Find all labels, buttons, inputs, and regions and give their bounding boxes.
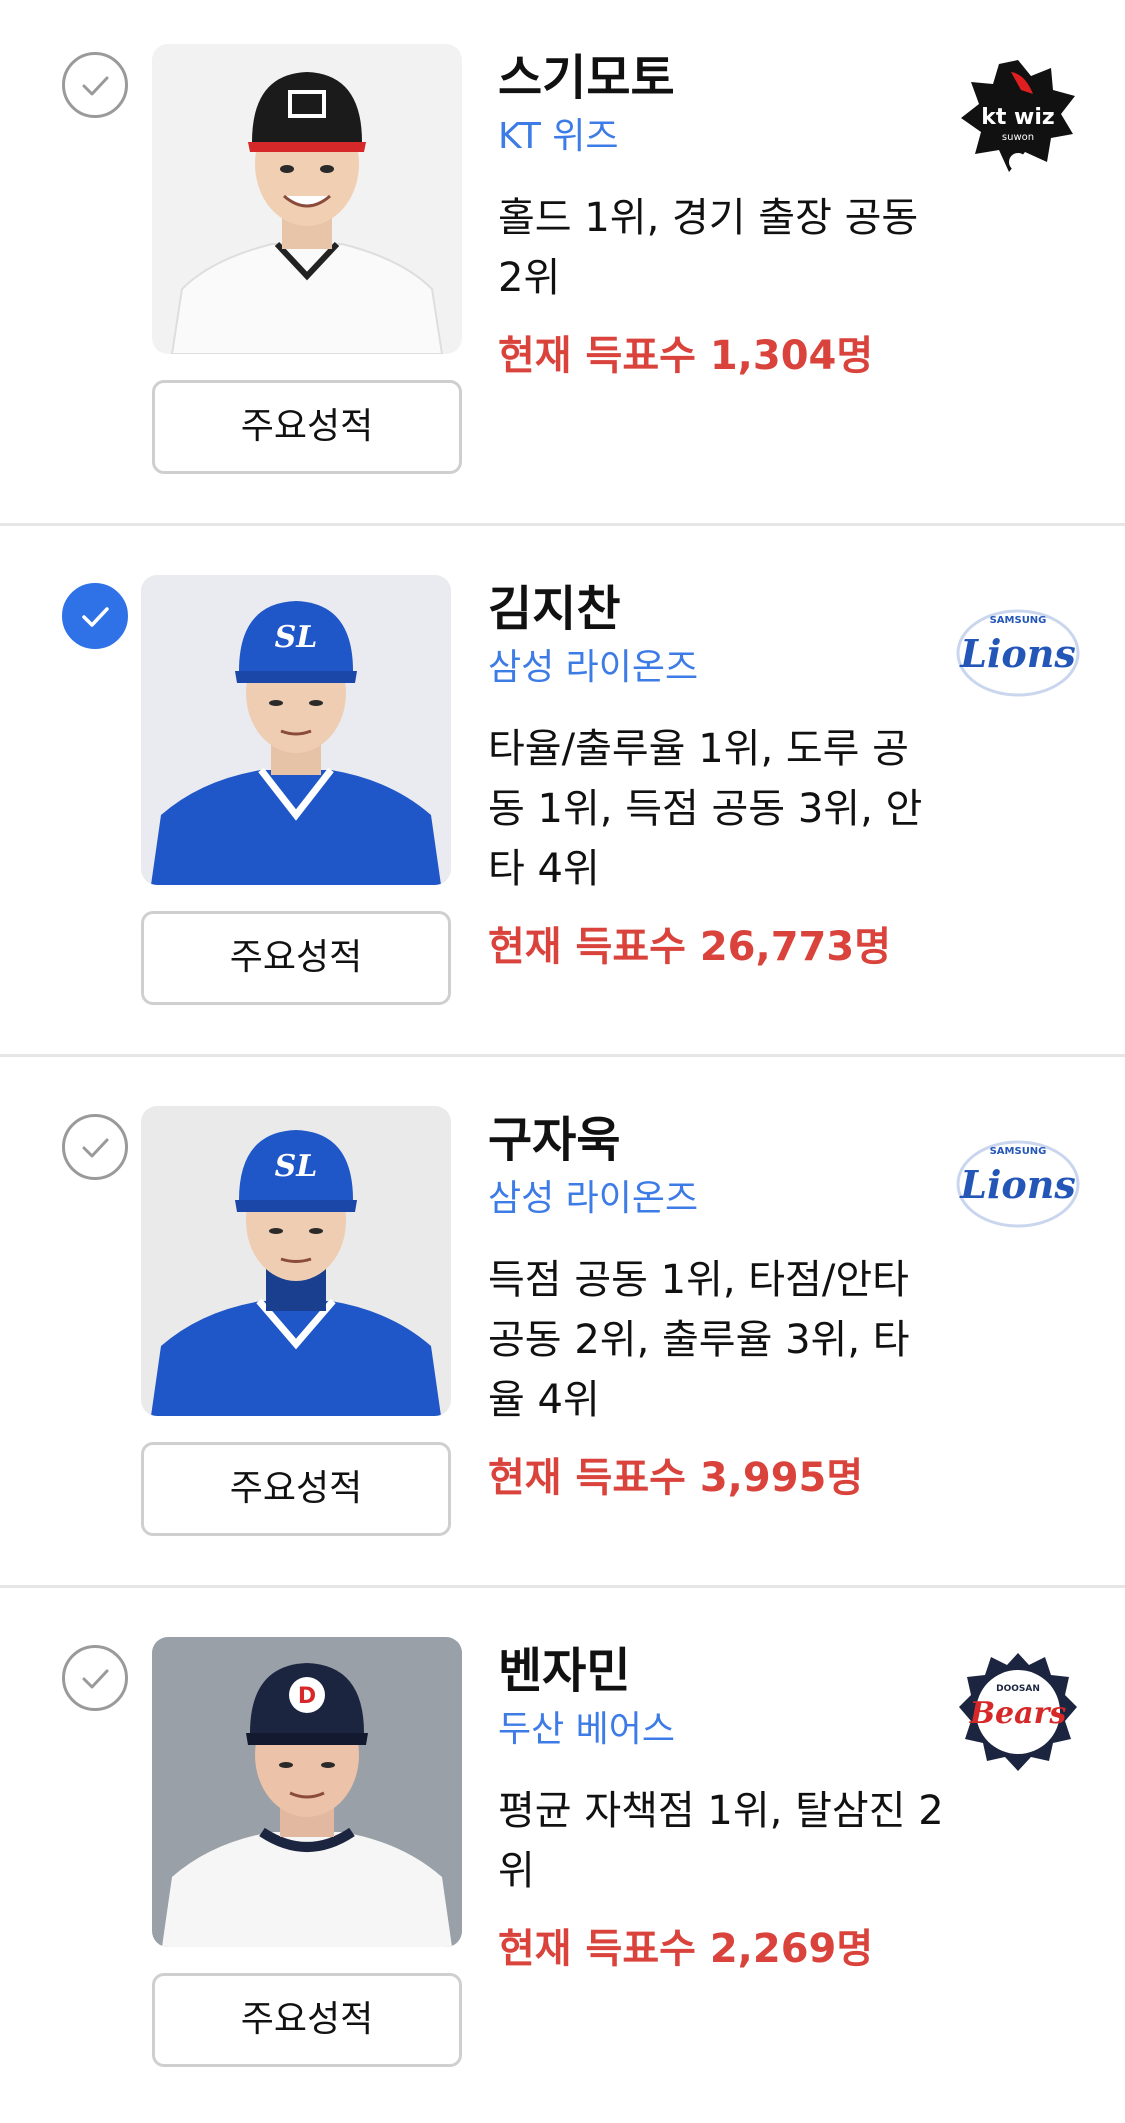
svg-text:DOOSAN: DOOSAN (996, 1684, 1040, 1694)
player-card-benjamin: D 주요성적 벤자민 두산 베어스 평균 자책점 1위, 탈삼진 2위 현재 득… (0, 1593, 1125, 2123)
player-photo: D (152, 1637, 462, 1947)
check-icon (82, 1138, 109, 1158)
player-card-kim-jichan: SL 주요성적 김지찬 삼성 라이온즈 타율/출루율 1위, 도루 공동 1위,… (0, 531, 1125, 1061)
svg-text:D: D (298, 1684, 316, 1709)
player-card-sugimoto: 주요성적 스기모토 KT 위즈 홀드 1위, 경기 출장 공동 2위 현재 득표… (0, 0, 1125, 530)
ranking-summary: 득점 공동 1위, 타점/안타 공동 2위, 출루율 3위, 타율 4위 (488, 1257, 910, 1423)
player-name: 스기모토 (498, 50, 675, 106)
svg-text:SAMSUNG: SAMSUNG (990, 615, 1047, 626)
svg-text:suwon: suwon (1002, 132, 1034, 143)
svg-text:Lions: Lions (959, 1162, 1076, 1207)
vote-count: 현재 득표수 2,269명 (498, 1926, 874, 1972)
key-stats-button[interactable]: 주요성적 (152, 380, 462, 474)
svg-text:SAMSUNG: SAMSUNG (990, 1146, 1047, 1157)
select-checkbox[interactable] (62, 1645, 128, 1711)
player-card-ku-jawook: SL 주요성적 구자욱 삼성 라이온즈 득점 공동 1위, 타점/안타 공동 2… (0, 1062, 1125, 1592)
check-icon (82, 76, 109, 96)
select-checkbox[interactable] (62, 583, 128, 649)
player-name: 김지찬 (488, 581, 621, 637)
vote-count: 현재 득표수 3,995명 (488, 1455, 864, 1501)
key-stats-button[interactable]: 주요성적 (152, 1973, 462, 2067)
ranking-summary: 타율/출루율 1위, 도루 공동 1위, 득점 공동 3위, 안타 4위 (488, 726, 923, 892)
player-info: 스기모토 KT 위즈 홀드 1위, 경기 출장 공동 2위 현재 득표수 1,3… (498, 48, 948, 386)
select-checkbox[interactable] (62, 1114, 128, 1180)
team-logo-kt-wiz: kt wiz suwon (953, 54, 1083, 184)
key-stats-button[interactable]: 주요성적 (141, 911, 451, 1005)
card-divider (0, 523, 1125, 526)
team-name[interactable]: KT 위즈 (498, 112, 948, 162)
player-info: 벤자민 두산 베어스 평균 자책점 1위, 탈삼진 2위 현재 득표수 2,26… (498, 1641, 948, 1979)
player-info: 김지찬 삼성 라이온즈 타율/출루율 1위, 도루 공동 1위, 득점 공동 3… (488, 579, 938, 977)
svg-text:Lions: Lions (959, 631, 1076, 676)
player-name: 벤자민 (498, 1643, 631, 1699)
player-name: 구자욱 (488, 1112, 621, 1168)
team-logo-samsung-lions: SAMSUNG Lions (953, 1116, 1083, 1246)
select-checkbox[interactable] (62, 52, 128, 118)
check-icon (82, 1669, 109, 1689)
svg-text:SL: SL (275, 620, 318, 655)
card-divider (0, 1054, 1125, 1057)
svg-text:Bears: Bears (969, 1696, 1067, 1731)
svg-text:kt wiz: kt wiz (981, 105, 1054, 130)
ranking-summary: 홀드 1위, 경기 출장 공동 2위 (498, 195, 919, 301)
check-icon (82, 607, 109, 627)
team-name[interactable]: 삼성 라이온즈 (488, 643, 938, 693)
svg-text:SL: SL (275, 1149, 318, 1184)
player-photo: SL (141, 575, 451, 885)
player-photo: SL (141, 1106, 451, 1416)
player-photo (152, 44, 462, 354)
vote-count: 현재 득표수 1,304명 (498, 333, 874, 379)
ranking-summary: 평균 자책점 1위, 탈삼진 2위 (498, 1788, 944, 1894)
card-divider (0, 1585, 1125, 1588)
team-logo-doosan-bears: DOOSAN Bears (953, 1647, 1083, 1777)
player-info: 구자욱 삼성 라이온즈 득점 공동 1위, 타점/안타 공동 2위, 출루율 3… (488, 1110, 938, 1508)
vote-count: 현재 득표수 26,773명 (488, 924, 892, 970)
team-name[interactable]: 삼성 라이온즈 (488, 1174, 938, 1224)
key-stats-button[interactable]: 주요성적 (141, 1442, 451, 1536)
team-name[interactable]: 두산 베어스 (498, 1705, 948, 1755)
team-logo-samsung-lions: SAMSUNG Lions (953, 585, 1083, 715)
